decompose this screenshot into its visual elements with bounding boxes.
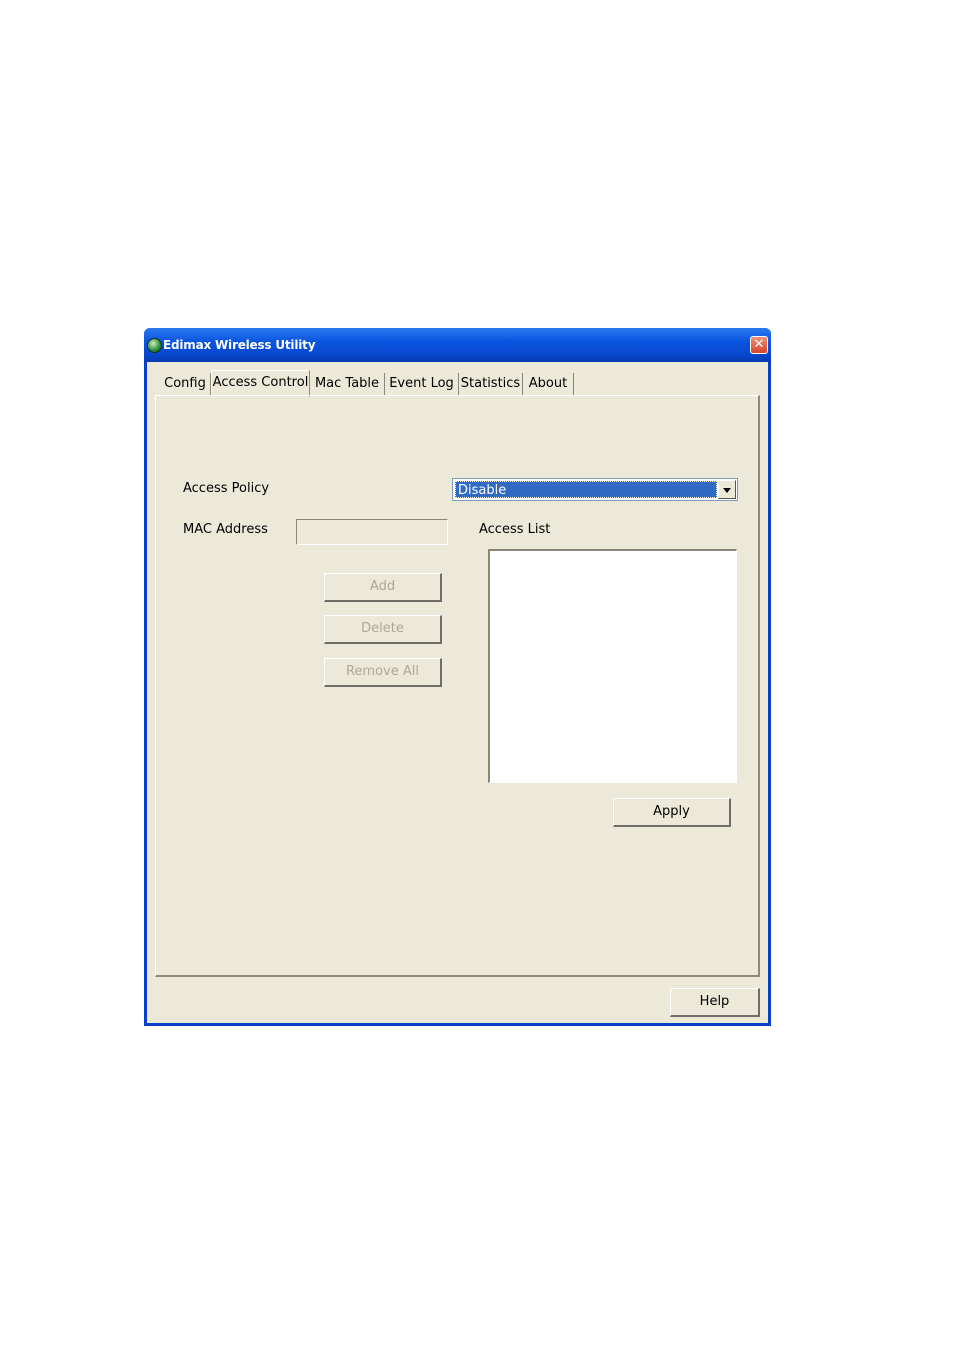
- delete-button[interactable]: Delete: [324, 615, 442, 644]
- mac-address-input[interactable]: [296, 519, 448, 545]
- window-title: Edimax Wireless Utility: [163, 338, 316, 352]
- app-window: Edimax Wireless Utility ✕ Config Access …: [144, 328, 771, 1026]
- access-list-box[interactable]: [488, 549, 737, 783]
- title-bar[interactable]: Edimax Wireless Utility ✕: [144, 328, 771, 362]
- tab-mac-table[interactable]: Mac Table: [310, 373, 385, 395]
- access-policy-label: Access Policy: [183, 481, 270, 496]
- add-button[interactable]: Add: [324, 573, 442, 602]
- access-policy-value[interactable]: Disable: [455, 481, 717, 498]
- access-list-label: Access List: [479, 522, 551, 537]
- apply-button[interactable]: Apply: [613, 798, 731, 827]
- tab-about[interactable]: About: [523, 373, 574, 395]
- remove-all-button[interactable]: Remove All: [324, 658, 442, 687]
- access-control-panel: Access Policy Disable MAC Address Access…: [155, 395, 760, 977]
- tab-event-log[interactable]: Event Log: [385, 373, 459, 395]
- app-logo-icon: [147, 338, 162, 353]
- tab-config[interactable]: Config: [160, 373, 211, 395]
- access-policy-select[interactable]: Disable: [452, 478, 738, 501]
- client-area: Config Access Control Mac Table Event Lo…: [147, 362, 768, 1023]
- close-button[interactable]: ✕: [750, 336, 768, 354]
- mac-address-label: MAC Address: [183, 522, 268, 537]
- help-button[interactable]: Help: [670, 988, 760, 1017]
- tab-bar: Config Access Control Mac Table Event Lo…: [154, 370, 754, 398]
- tab-access-control[interactable]: Access Control: [211, 370, 310, 397]
- tab-statistics[interactable]: Statistics: [459, 373, 523, 395]
- chevron-down-icon[interactable]: [718, 480, 736, 499]
